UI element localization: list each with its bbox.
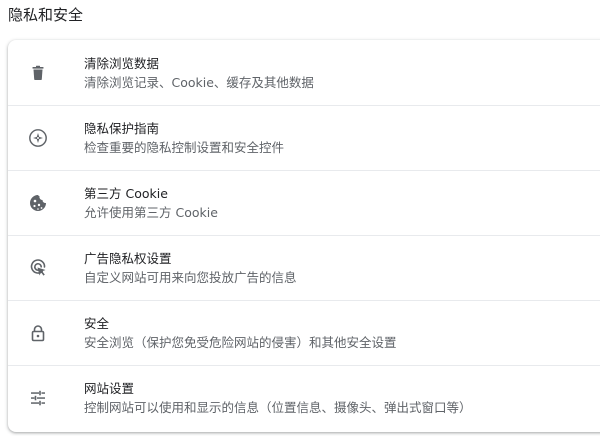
privacy-security-page: 隐私和安全 清除浏览数据 清除浏览记录、Cookie、缓存及其他数据 隐私保护指… — [0, 0, 600, 436]
row-title: 第三方 Cookie — [84, 186, 168, 201]
site-settings-row[interactable]: 网站设置 控制网站可以使用和显示的信息（位置信息、摄像头、弹出式窗口等） — [8, 365, 600, 430]
third-party-cookies-row[interactable]: 第三方 Cookie 允许使用第三方 Cookie — [8, 170, 600, 235]
settings-card: 清除浏览数据 清除浏览记录、Cookie、缓存及其他数据 隐私保护指南 检查重要… — [8, 40, 600, 432]
row-subtitle: 清除浏览记录、Cookie、缓存及其他数据 — [84, 74, 314, 90]
lock-icon — [28, 323, 48, 343]
clear-browsing-data-row[interactable]: 清除浏览数据 清除浏览记录、Cookie、缓存及其他数据 — [8, 40, 600, 105]
trash-icon — [28, 63, 48, 83]
row-subtitle: 控制网站可以使用和显示的信息（位置信息、摄像头、弹出式窗口等） — [84, 400, 472, 415]
cookie-icon — [28, 193, 48, 213]
security-row[interactable]: 安全 安全浏览（保护您免受危险网站的侵害）和其他安全设置 — [8, 300, 600, 365]
row-subtitle: 自定义网站可用来向您投放广告的信息 — [84, 270, 297, 285]
row-subtitle: 检查重要的隐私控制设置和安全控件 — [84, 140, 285, 155]
row-subtitle: 安全浏览（保护您免受危险网站的侵害）和其他安全设置 — [84, 335, 397, 350]
section-title: 隐私和安全 — [8, 6, 84, 24]
compass-icon — [28, 128, 48, 148]
row-title: 隐私保护指南 — [84, 121, 160, 136]
row-title: 安全 — [84, 316, 110, 331]
ad-privacy-icon — [28, 258, 48, 278]
row-title: 清除浏览数据 — [84, 55, 160, 71]
ad-privacy-row[interactable]: 广告隐私权设置 自定义网站可用来向您投放广告的信息 — [8, 235, 600, 300]
row-title: 广告隐私权设置 — [84, 251, 172, 266]
row-subtitle: 允许使用第三方 Cookie — [84, 205, 218, 220]
row-title: 网站设置 — [84, 381, 135, 396]
privacy-guide-row[interactable]: 隐私保护指南 检查重要的隐私控制设置和安全控件 — [8, 105, 600, 170]
tune-icon — [28, 388, 48, 408]
